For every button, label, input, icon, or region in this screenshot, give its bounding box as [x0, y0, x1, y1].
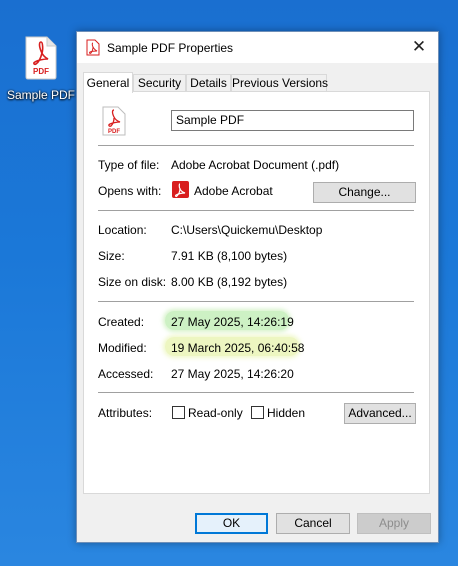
size-label: Size: [98, 249, 125, 263]
window-title: Sample PDF Properties [107, 41, 234, 55]
type-of-file-value: Adobe Acrobat Document (.pdf) [171, 158, 340, 172]
desktop-icon-label: Sample PDF [6, 88, 76, 102]
created-value: 27 May 2025, 14:26:19 [171, 315, 294, 329]
apply-button[interactable]: Apply [357, 513, 431, 534]
properties-window: Sample PDF Properties ✕ General Security… [76, 31, 439, 543]
tab-security[interactable]: Security [133, 74, 186, 91]
desktop-icon-sample-pdf[interactable]: PDF Sample PDF [5, 36, 75, 106]
divider [98, 145, 414, 146]
pdf-file-icon [86, 39, 100, 56]
cancel-button[interactable]: Cancel [276, 513, 350, 534]
read-only-label: Read-only [188, 406, 243, 420]
close-icon[interactable]: ✕ [400, 32, 438, 63]
pdf-badge-text: PDF [108, 129, 120, 135]
change-button[interactable]: Change... [313, 182, 416, 203]
file-name-input[interactable]: Sample PDF [171, 110, 414, 131]
ok-button[interactable]: OK [195, 513, 268, 534]
hidden-label: Hidden [267, 406, 306, 420]
created-label: Created: [98, 315, 145, 329]
pdf-file-icon: PDF [25, 36, 57, 80]
location-value: C:\Users\Quickemu\Desktop [171, 223, 323, 237]
tab-details[interactable]: Details [186, 74, 231, 91]
location-label: Location: [98, 223, 147, 237]
modified-label: Modified: [98, 341, 147, 355]
title-bar[interactable]: Sample PDF Properties ✕ [77, 32, 438, 63]
type-of-file-label: Type of file: [98, 158, 160, 172]
pdf-badge-text: PDF [33, 67, 49, 76]
size-value: 7.91 KB (8,100 bytes) [171, 249, 288, 263]
attributes-label: Attributes: [98, 406, 153, 420]
advanced-button[interactable]: Advanced... [344, 403, 416, 424]
opens-with-label: Opens with: [98, 184, 162, 198]
modified-value: 19 March 2025, 06:40:58 [171, 341, 305, 355]
tab-previous-versions[interactable]: Previous Versions [231, 74, 328, 91]
size-on-disk-value: 8.00 KB (8,192 bytes) [171, 275, 288, 289]
read-only-checkbox[interactable] [172, 406, 185, 419]
accessed-label: Accessed: [98, 367, 154, 381]
acrobat-icon [172, 181, 189, 198]
accessed-value: 27 May 2025, 14:26:20 [171, 367, 294, 381]
size-on-disk-label: Size on disk: [98, 275, 167, 289]
divider [98, 301, 414, 302]
pdf-file-icon: PDF [102, 106, 126, 136]
divider [98, 210, 414, 211]
tab-general[interactable]: General [83, 72, 133, 93]
divider [98, 392, 414, 393]
opens-with-value: Adobe Acrobat [194, 184, 273, 198]
general-panel: PDF Sample PDF Type of file: Adobe Acrob… [83, 91, 430, 494]
hidden-checkbox[interactable] [251, 406, 264, 419]
